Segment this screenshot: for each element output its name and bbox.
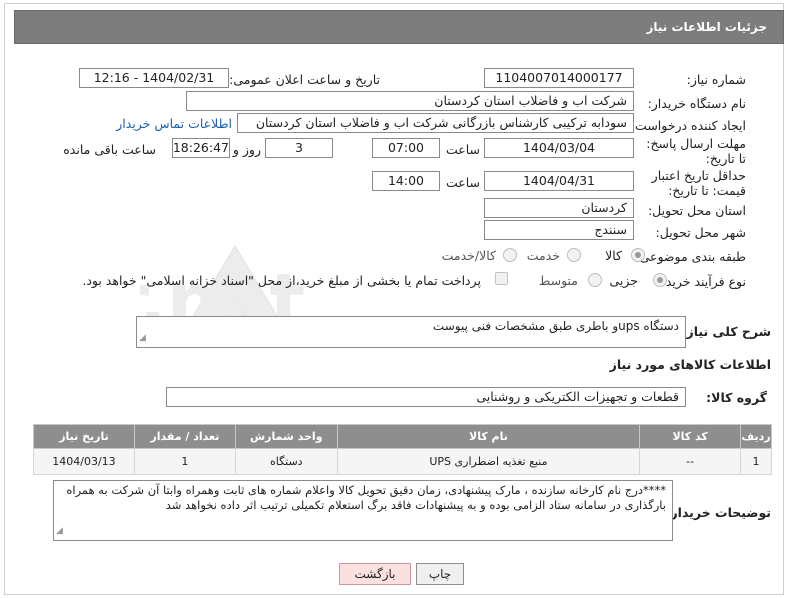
col-header-row-number: ردیف <box>740 424 772 449</box>
category-option-goods-service: کالا/خدمت <box>441 248 496 263</box>
price-validity-label-text: حداقل تاریخ اعتبار قیمت: تا تاریخ: <box>651 168 746 198</box>
buyer-label: نام دستگاه خریدار: <box>647 96 746 111</box>
remaining-time-field: 18:26:47 <box>172 138 230 158</box>
resize-grip-icon[interactable]: ◢ <box>139 331 146 346</box>
city-field: سنندج <box>484 220 634 240</box>
cell-goods-code: -- <box>639 448 742 475</box>
process-option-minor: جزیی <box>609 273 638 288</box>
col-header-need-date: تاریخ نیاز <box>33 424 135 449</box>
reply-date-field: 1404/03/04 <box>484 138 634 158</box>
buyer-field: شرکت اب و فاضلاب استان کردستان <box>186 91 634 111</box>
category-option-service: خدمت <box>526 248 560 263</box>
process-radio-medium[interactable] <box>588 273 602 287</box>
need-number-label: شماره نیاز: <box>686 72 746 87</box>
category-radio-goods[interactable] <box>631 248 645 262</box>
process-radio-minor[interactable] <box>653 273 667 287</box>
goods-table-header-row: ردیف کد کالا نام کالا واحد شمارش تعداد /… <box>33 424 772 449</box>
print-button[interactable]: چاپ <box>416 563 464 585</box>
title-bar: جزئیات اطلاعات نیاز <box>14 10 784 44</box>
cell-goods-name: منبع تغذیه اضطراری UPS <box>336 448 641 475</box>
province-field: کردستان <box>484 198 634 218</box>
table-row: 1 -- منبع تغذیه اضطراری UPS دستگاه 1 140… <box>33 448 772 475</box>
creator-label: ایجاد کننده درخواست: <box>630 118 746 133</box>
treasury-payment-note: پرداخت تمام یا بخشی از مبلغ خرید،از محل … <box>82 273 481 288</box>
process-option-medium: متوسط <box>538 273 578 288</box>
city-label: شهر محل تحویل: <box>655 225 746 240</box>
col-header-unit: واحد شمارش <box>234 424 338 449</box>
category-label: طبقه بندی موضوعی: <box>635 249 746 264</box>
cell-quantity: 1 <box>133 448 236 475</box>
category-radio-goods-service[interactable] <box>503 248 517 262</box>
price-time-field: 14:00 <box>372 171 440 191</box>
description-label: شرح کلی نیاز: <box>681 324 771 339</box>
col-header-quantity: تعداد / مقدار <box>133 424 236 449</box>
page-title: جزئیات اطلاعات نیاز <box>646 20 767 34</box>
buyer-notes-label: توضیحات خریدار: <box>665 505 771 520</box>
goods-group-field: قطعات و تجهیزات الکتریکی و روشنایی <box>166 387 686 407</box>
cell-unit: دستگاه <box>234 448 338 475</box>
days-label: روز و <box>232 142 261 157</box>
province-label: استان محل تحویل: <box>647 203 746 218</box>
price-date-field: 1404/04/31 <box>484 171 634 191</box>
buyer-notes-text: ****درج نام کارخانه سازنده ، مارک پیشنها… <box>66 483 666 512</box>
cell-need-date: 1404/03/13 <box>33 448 135 475</box>
reply-deadline-label-text: مهلت ارسال پاسخ: تا تاریخ: <box>646 136 746 166</box>
announce-field: 1404/02/31 - 12:16 <box>79 68 229 88</box>
treasury-payment-checkbox[interactable] <box>495 272 508 285</box>
goods-info-heading: اطلاعات کالاهای مورد نیاز <box>609 357 771 372</box>
price-validity-label: حداقل تاریخ اعتبار قیمت: تا تاریخ: <box>616 168 746 198</box>
need-number-field: 1104007014000177 <box>484 68 634 88</box>
description-field: دستگاه upsو باطری طبق مشخصات فنی پیوست ◢ <box>136 316 686 348</box>
reply-deadline-label: مهلت ارسال پاسخ: تا تاریخ: <box>636 136 746 166</box>
goods-table: ردیف کد کالا نام کالا واحد شمارش تعداد /… <box>33 424 772 475</box>
process-label: نوع فرآیند خرید : <box>657 274 746 289</box>
reply-time-label: ساعت <box>445 142 480 157</box>
description-text: دستگاه upsو باطری طبق مشخصات فنی پیوست <box>432 319 679 333</box>
creator-field: سودابه ترکیبی کارشناس بازرگانی شرکت اب و… <box>237 113 634 133</box>
goods-group-label: گروه کالا: <box>706 390 767 405</box>
back-button[interactable]: بازگشت <box>339 563 411 585</box>
buyer-contact-link[interactable]: اطلاعات تماس خریدار <box>116 116 232 131</box>
col-header-goods-code: کد کالا <box>639 424 742 449</box>
buyer-notes-field: ****درج نام کارخانه سازنده ، مارک پیشنها… <box>53 480 673 541</box>
remaining-time-label: ساعت باقی مانده <box>63 142 156 157</box>
price-time-label: ساعت <box>445 175 480 190</box>
announce-label: تاریخ و ساعت اعلان عمومی: <box>229 72 380 87</box>
category-option-goods: کالا <box>605 248 622 263</box>
category-radio-service[interactable] <box>567 248 581 262</box>
reply-time-field: 07:00 <box>372 138 440 158</box>
days-field: 3 <box>265 138 333 158</box>
resize-grip-icon[interactable]: ◢ <box>56 524 63 539</box>
cell-row-number: 1 <box>740 448 772 475</box>
col-header-goods-name: نام کالا <box>336 424 641 449</box>
